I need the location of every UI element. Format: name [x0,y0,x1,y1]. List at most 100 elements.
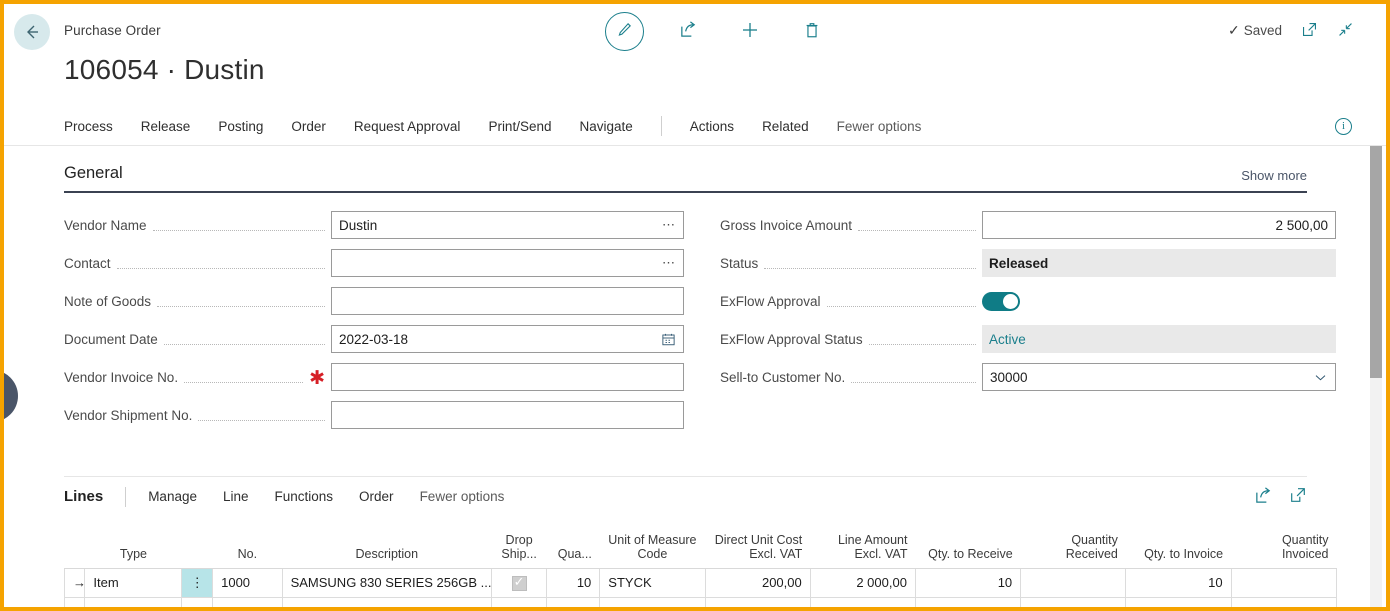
ribbon-item-print-send[interactable]: Print/Send [488,119,551,134]
lines-table: Type No. Description Drop Ship... Qua...… [64,516,1337,611]
label-leader-dots [869,333,976,345]
cell-empty[interactable] [282,597,491,611]
cell-drop-shipment[interactable] [492,568,547,597]
cell-empty[interactable] [1231,597,1336,611]
share-icon[interactable] [1254,486,1273,505]
ribbon-item-request-approval[interactable]: Request Approval [354,119,461,134]
chevron-down-icon[interactable] [1313,370,1328,385]
cell-empty[interactable] [915,597,1020,611]
open-in-new-window-icon[interactable] [1289,486,1307,505]
ribbon-item-actions[interactable]: Actions [690,119,734,134]
scrollbar-thumb[interactable] [1370,146,1382,378]
edit-button[interactable] [605,12,644,51]
cell-type[interactable]: Item [85,568,182,597]
cell-direct-unit-cost[interactable]: 200,00 [705,568,810,597]
column-header-quantity[interactable]: Qua... [547,516,600,568]
cell-empty[interactable] [492,597,547,611]
cell-unit-of-measure-code[interactable]: STYCK [600,568,705,597]
cell-empty[interactable] [600,597,705,611]
row-indicator-empty [65,597,85,611]
gross-invoice-amount-input[interactable]: 2 500,00 [982,211,1336,239]
info-icon[interactable]: i [1335,118,1352,135]
cell-quantity-invoiced[interactable] [1231,568,1336,597]
column-header-unit-of-measure-code[interactable]: Unit of Measure Code [600,516,705,568]
ribbon-item-navigate[interactable]: Navigate [579,119,632,134]
cell-quantity-received[interactable] [1021,568,1126,597]
cell-description[interactable]: SAMSUNG 830 SERIES 256GB ... [282,568,491,597]
lines-menu-functions[interactable]: Functions [275,489,334,504]
column-header-quantity-received[interactable]: Quantity Received [1021,516,1126,568]
lines-menu-fewer-options[interactable]: Fewer options [420,489,505,504]
toggle-knob [1003,294,1018,309]
plus-icon [740,20,760,45]
cell-empty[interactable] [213,597,282,611]
cell-line-amount[interactable]: 2 000,00 [810,568,915,597]
vendor-shipment-no-input[interactable] [331,401,684,429]
add-button[interactable] [735,17,765,47]
column-header-description[interactable]: Description [282,516,491,568]
cell-empty[interactable] [547,597,600,611]
lookup-ellipsis-icon[interactable]: ⋯ [662,217,676,233]
cell-quantity[interactable]: 10 [547,568,600,597]
calendar-icon[interactable] [661,332,676,347]
table-header-row: Type No. Description Drop Ship... Qua...… [65,516,1337,568]
general-left-fields: Vendor Name Dustin ⋯ Contact ⋯ Note of G… [64,206,684,434]
column-header-drop-shipment[interactable]: Drop Ship... [492,516,547,568]
contact-input[interactable]: ⋯ [331,249,684,277]
cell-empty[interactable] [1126,597,1231,611]
column-header-qty-to-receive[interactable]: Qty. to Receive [915,516,1020,568]
column-header-line-amount[interactable]: Line Amount Excl. VAT [810,516,915,568]
column-header-no[interactable]: No. [213,516,282,568]
cell-empty[interactable] [1021,597,1126,611]
page-header: Purchase Order 106054 · Dustin [4,4,1386,104]
column-header-type[interactable]: Type [85,516,182,568]
row-menu-button[interactable]: ⋮ [182,568,213,597]
ribbon-item-process[interactable]: Process [64,119,113,134]
page-scrollbar[interactable] [1370,146,1382,607]
page-title: 106054 · Dustin [64,54,265,86]
field-label: ExFlow Approval [720,294,821,309]
cell-empty[interactable] [705,597,810,611]
field-label: Status [720,256,758,271]
cell-no[interactable]: 1000 [213,568,282,597]
sell-to-customer-no-select[interactable]: 30000 [982,363,1336,391]
column-header-quantity-invoiced[interactable]: Quantity Invoiced [1231,516,1336,568]
cell-empty[interactable] [810,597,915,611]
field-value: 30000 [990,370,1313,385]
vendor-name-input[interactable]: Dustin ⋯ [331,211,684,239]
note-of-goods-input[interactable] [331,287,684,315]
cell-empty[interactable] [182,597,213,611]
show-more-link[interactable]: Show more [1241,168,1307,183]
column-header-qty-to-invoice[interactable]: Qty. to Invoice [1126,516,1231,568]
field-label: Gross Invoice Amount [720,218,852,233]
lookup-ellipsis-icon[interactable]: ⋯ [662,255,676,271]
cell-qty-to-receive[interactable]: 10 [915,568,1020,597]
open-in-new-window-button[interactable] [1294,17,1324,47]
lines-menu-order[interactable]: Order [359,489,394,504]
share-button[interactable] [673,17,703,47]
table-row[interactable]: → Item ⋮ 1000 SAMSUNG 830 SERIES 256GB .… [65,568,1337,597]
column-header-direct-unit-cost[interactable]: Direct Unit Cost Excl. VAT [705,516,810,568]
exflow-approval-toggle[interactable] [982,292,1020,311]
document-date-input[interactable]: 2022-03-18 [331,325,684,353]
ribbon-item-fewer-options[interactable]: Fewer options [837,119,922,134]
breadcrumb[interactable]: Purchase Order [64,23,161,38]
cell-empty[interactable] [85,597,182,611]
ribbon-item-posting[interactable]: Posting [218,119,263,134]
ribbon-item-related[interactable]: Related [762,119,809,134]
vendor-invoice-no-input[interactable] [331,363,684,391]
lines-menu-manage[interactable]: Manage [148,489,197,504]
ribbon-item-order[interactable]: Order [291,119,326,134]
cell-qty-to-invoice[interactable]: 10 [1126,568,1231,597]
label-leader-dots [164,333,325,345]
back-button[interactable] [14,14,50,50]
checkbox-checked-icon[interactable] [512,576,527,591]
delete-button[interactable] [797,17,827,47]
exflow-approval-status-value[interactable]: Active [982,325,1336,353]
field-label: Document Date [64,332,158,347]
lines-menu-line[interactable]: Line [223,489,249,504]
ribbon-item-release[interactable]: Release [141,119,191,134]
collapse-button[interactable] [1330,17,1360,47]
section-title-general: General [64,164,123,182]
table-row-empty[interactable] [65,597,1337,611]
